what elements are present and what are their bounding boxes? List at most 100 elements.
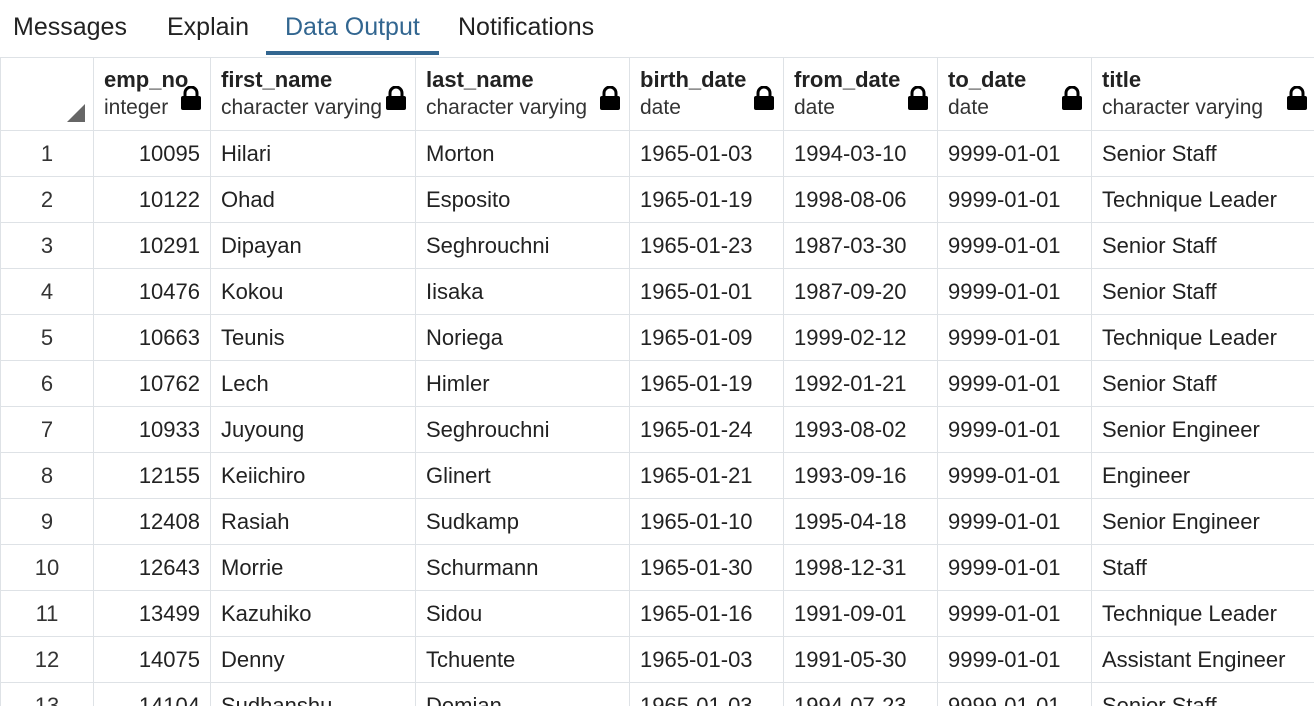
cell-emp-no[interactable]: 10762 [93,360,211,407]
cell-from-date[interactable]: 1999-02-12 [783,314,938,361]
cell-emp-no[interactable]: 10291 [93,222,211,269]
table-row[interactable]: 11 13499 Kazuhiko Sidou 1965-01-16 1991-09-01… [0,590,1314,637]
cell-to-date[interactable]: 9999-01-01 [937,222,1092,269]
cell-first-name[interactable]: Morrie [210,544,416,591]
cell-from-date[interactable]: 1994-03-10 [783,130,938,177]
column-header-first-name[interactable]: first_name character varying [210,57,416,131]
column-header-title[interactable]: title character varying [1091,57,1314,131]
cell-to-date[interactable]: 9999-01-01 [937,452,1092,499]
row-number[interactable]: 13 [0,682,94,706]
cell-title[interactable]: Staff [1091,544,1314,591]
table-row[interactable]: 2 10122 Ohad Esposito 1965-01-19 1998-08-06 99… [0,176,1314,223]
cell-birth-date[interactable]: 1965-01-10 [629,498,784,545]
cell-emp-no[interactable]: 12408 [93,498,211,545]
cell-first-name[interactable]: Ohad [210,176,416,223]
column-header-to-date[interactable]: to_date date [937,57,1092,131]
cell-birth-date[interactable]: 1965-01-24 [629,406,784,453]
tab-notifications[interactable]: Notifications [458,0,594,55]
cell-from-date[interactable]: 1998-08-06 [783,176,938,223]
cell-last-name[interactable]: Tchuente [415,636,630,683]
cell-last-name[interactable]: Demian [415,682,630,706]
table-row[interactable]: 10 12643 Morrie Schurmann 1965-01-30 1998-12-… [0,544,1314,591]
table-row[interactable]: 4 10476 Kokou Iisaka 1965-01-01 1987-09-20 999… [0,268,1314,315]
cell-title[interactable]: Senior Staff [1091,130,1314,177]
cell-first-name[interactable]: Dipayan [210,222,416,269]
cell-to-date[interactable]: 9999-01-01 [937,130,1092,177]
tab-messages[interactable]: Messages [13,0,127,55]
cell-emp-no[interactable]: 14104 [93,682,211,706]
row-number[interactable]: 4 [0,268,94,315]
select-all-corner[interactable] [0,57,94,131]
row-number[interactable]: 3 [0,222,94,269]
table-row[interactable]: 5 10663 Teunis Noriega 1965-01-09 1999-02-12 9… [0,314,1314,361]
cell-last-name[interactable]: Glinert [415,452,630,499]
cell-title[interactable]: Senior Staff [1091,682,1314,706]
cell-emp-no[interactable]: 13499 [93,590,211,637]
cell-first-name[interactable]: Rasiah [210,498,416,545]
cell-title[interactable]: Assistant Engineer [1091,636,1314,683]
cell-to-date[interactable]: 9999-01-01 [937,590,1092,637]
cell-from-date[interactable]: 1994-07-23 [783,682,938,706]
table-row[interactable]: 3 10291 Dipayan Seghrouchni 1965-01-23 1987-0… [0,222,1314,269]
table-row[interactable]: 7 10933 Juyoung Seghrouchni 1965-01-24 1993-0… [0,406,1314,453]
cell-last-name[interactable]: Himler [415,360,630,407]
cell-to-date[interactable]: 9999-01-01 [937,268,1092,315]
cell-first-name[interactable]: Keiichiro [210,452,416,499]
cell-first-name[interactable]: Teunis [210,314,416,361]
cell-title[interactable]: Senior Staff [1091,360,1314,407]
cell-birth-date[interactable]: 1965-01-03 [629,636,784,683]
table-row[interactable]: 9 12408 Rasiah Sudkamp 1965-01-10 1995-04-18 9… [0,498,1314,545]
row-number[interactable]: 10 [0,544,94,591]
cell-from-date[interactable]: 1992-01-21 [783,360,938,407]
cell-last-name[interactable]: Sidou [415,590,630,637]
cell-birth-date[interactable]: 1965-01-21 [629,452,784,499]
cell-first-name[interactable]: Denny [210,636,416,683]
cell-from-date[interactable]: 1987-09-20 [783,268,938,315]
cell-emp-no[interactable]: 10095 [93,130,211,177]
cell-birth-date[interactable]: 1965-01-09 [629,314,784,361]
cell-from-date[interactable]: 1991-05-30 [783,636,938,683]
cell-last-name[interactable]: Sudkamp [415,498,630,545]
cell-emp-no[interactable]: 10122 [93,176,211,223]
cell-title[interactable]: Technique Leader [1091,314,1314,361]
cell-birth-date[interactable]: 1965-01-16 [629,590,784,637]
cell-first-name[interactable]: Juyoung [210,406,416,453]
cell-last-name[interactable]: Morton [415,130,630,177]
cell-first-name[interactable]: Lech [210,360,416,407]
cell-emp-no[interactable]: 12643 [93,544,211,591]
row-number[interactable]: 2 [0,176,94,223]
row-number[interactable]: 6 [0,360,94,407]
cell-from-date[interactable]: 1993-08-02 [783,406,938,453]
cell-first-name[interactable]: Hilari [210,130,416,177]
cell-emp-no[interactable]: 14075 [93,636,211,683]
cell-birth-date[interactable]: 1965-01-19 [629,360,784,407]
cell-last-name[interactable]: Esposito [415,176,630,223]
table-row[interactable]: 12 14075 Denny Tchuente 1965-01-03 1991-05-30… [0,636,1314,683]
tab-data-output[interactable]: Data Output [266,0,439,55]
cell-birth-date[interactable]: 1965-01-03 [629,130,784,177]
cell-last-name[interactable]: Iisaka [415,268,630,315]
cell-from-date[interactable]: 1991-09-01 [783,590,938,637]
table-row[interactable]: 8 12155 Keiichiro Glinert 1965-01-21 1993-09-… [0,452,1314,499]
cell-from-date[interactable]: 1993-09-16 [783,452,938,499]
tab-explain[interactable]: Explain [167,0,249,55]
cell-from-date[interactable]: 1987-03-30 [783,222,938,269]
cell-birth-date[interactable]: 1965-01-19 [629,176,784,223]
table-row[interactable]: 13 14104 Sudhanshu Demian 1965-01-03 1994-07-… [0,682,1314,706]
row-number[interactable]: 5 [0,314,94,361]
column-header-last-name[interactable]: last_name character varying [415,57,630,131]
cell-to-date[interactable]: 9999-01-01 [937,176,1092,223]
cell-title[interactable]: Senior Engineer [1091,498,1314,545]
cell-title[interactable]: Technique Leader [1091,176,1314,223]
cell-last-name[interactable]: Seghrouchni [415,222,630,269]
cell-to-date[interactable]: 9999-01-01 [937,406,1092,453]
cell-first-name[interactable]: Kazuhiko [210,590,416,637]
row-number[interactable]: 7 [0,406,94,453]
cell-title[interactable]: Technique Leader [1091,590,1314,637]
cell-to-date[interactable]: 9999-01-01 [937,544,1092,591]
cell-title[interactable]: Senior Staff [1091,268,1314,315]
cell-to-date[interactable]: 9999-01-01 [937,314,1092,361]
cell-birth-date[interactable]: 1965-01-30 [629,544,784,591]
cell-birth-date[interactable]: 1965-01-03 [629,682,784,706]
column-header-birth-date[interactable]: birth_date date [629,57,784,131]
